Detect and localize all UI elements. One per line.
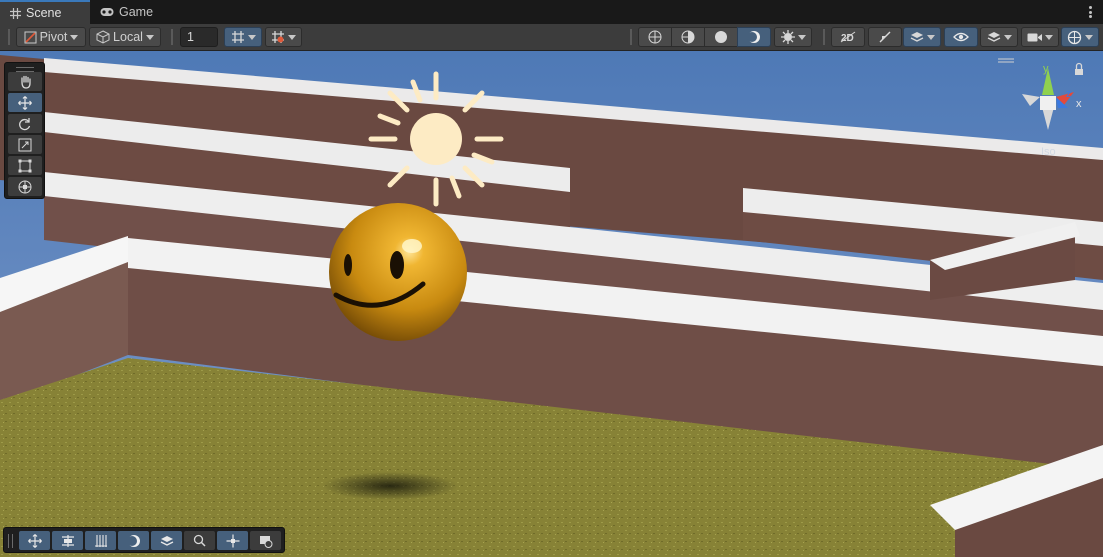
toolbar-grip: [8, 29, 10, 45]
transform-tool-icon: [18, 180, 32, 193]
align-icon: [61, 534, 74, 547]
hand-tool-icon: [20, 75, 31, 89]
scene-toolbar: Pivot Local 1 2D: [0, 24, 1103, 51]
chevron-down-icon: [1003, 34, 1012, 40]
transform-tool-button[interactable]: [8, 177, 42, 196]
scene-render: y z x Iso: [0, 51, 1103, 557]
shaded-wireframe-draw-mode-button[interactable]: [671, 27, 705, 47]
layers-overlay-button[interactable]: [151, 531, 182, 550]
rotate-tool-button[interactable]: [8, 114, 42, 133]
tools-overlay: [4, 62, 45, 199]
smiley-ball[interactable]: [329, 203, 467, 341]
lighting-icon: [126, 534, 140, 547]
camera-dropdown[interactable]: [1021, 27, 1059, 47]
search-overlay-button[interactable]: [184, 531, 215, 550]
lighting-icon: [747, 31, 760, 43]
lighting-draw-mode-button[interactable]: [737, 27, 771, 47]
gizmos-icon: [1067, 30, 1082, 44]
layers-dropdown[interactable]: [980, 27, 1018, 47]
shaded-wireframe-icon: [681, 30, 695, 44]
tab-game[interactable]: Game: [90, 0, 170, 24]
more-options-icon[interactable]: [1083, 4, 1097, 20]
align-overlay-button[interactable]: [52, 531, 83, 550]
component-tools-overlay: [3, 527, 285, 553]
directional-light-icon[interactable]: [368, 71, 504, 207]
toolbar-grip: [823, 29, 825, 45]
2d-toggle[interactable]: 2D: [831, 27, 865, 47]
local-dropdown[interactable]: Local: [89, 27, 161, 47]
gizmo-x-label: x: [1076, 98, 1082, 110]
camera-icon: [1027, 33, 1042, 41]
pivot-move-icon: [226, 534, 239, 547]
hand-tool-button[interactable]: [8, 72, 42, 91]
chevron-down-icon: [1045, 34, 1053, 40]
grid-snap-icon: [94, 534, 107, 547]
gizmo-z-label: z: [1066, 88, 1072, 100]
2d-icon: 2D: [840, 31, 856, 43]
scene-visibility-toggle[interactable]: [944, 27, 978, 47]
gizmo-layers-icon: [910, 32, 923, 42]
search-icon: [193, 534, 206, 547]
audio-toggle[interactable]: [868, 27, 902, 47]
shaded-icon: [715, 31, 727, 43]
toolbar-grip: [630, 29, 632, 45]
scale-tool-icon: [18, 138, 32, 151]
grid-size-field[interactable]: 1: [180, 27, 218, 47]
camera-preview-overlay-button[interactable]: [250, 531, 281, 550]
visibility-icon: [953, 32, 969, 42]
chevron-down-icon: [1085, 34, 1093, 40]
scale-tool-button[interactable]: [8, 135, 42, 154]
rect-tool-icon: [18, 159, 32, 172]
grid-snap-icon: [231, 31, 244, 43]
window-tab-bar: Scene Game: [0, 0, 1103, 24]
effects-dropdown[interactable]: [774, 27, 812, 47]
pivot-dropdown[interactable]: Pivot: [16, 27, 86, 47]
increment-snap-icon: [272, 31, 284, 43]
wireframe-sphere-icon: [648, 30, 662, 44]
gizmo-y-label: y: [1043, 63, 1049, 75]
chevron-down-icon: [70, 34, 79, 40]
gamepad-icon: [100, 8, 114, 16]
wireframe-draw-mode-button[interactable]: [638, 27, 672, 47]
tab-scene[interactable]: Scene: [0, 0, 90, 24]
projection-label: Iso: [1041, 146, 1056, 158]
effects-icon: [780, 30, 795, 44]
gizmos-dropdown[interactable]: [1061, 27, 1099, 47]
move-tool-button[interactable]: [8, 93, 42, 112]
lighting-overlay-button[interactable]: [118, 531, 149, 550]
tab-scene-label: Scene: [26, 6, 62, 20]
scene-viewport[interactable]: y z x Iso: [0, 51, 1103, 557]
rotate-tool-icon: [19, 117, 31, 130]
pivot-label: Pivot: [39, 30, 68, 44]
gizmo-layers-dropdown[interactable]: [903, 27, 941, 47]
camera-preview-icon: [259, 535, 272, 548]
overlay-handle[interactable]: [8, 534, 13, 548]
cube-icon: [96, 30, 110, 44]
chevron-down-icon: [247, 34, 256, 40]
chevron-down-icon: [288, 34, 296, 40]
chevron-down-icon: [926, 34, 935, 40]
toolbar-grip: [171, 29, 173, 45]
grid-snap-toggle[interactable]: [224, 27, 262, 47]
pivot-icon: [24, 31, 37, 43]
tab-game-label: Game: [119, 5, 154, 19]
pivot-move-overlay-button[interactable]: [217, 531, 248, 550]
grid-icon: [10, 7, 21, 19]
shaded-draw-mode-button[interactable]: [704, 27, 738, 47]
layers-icon: [160, 535, 173, 546]
rect-tool-button[interactable]: [8, 156, 42, 175]
chevron-down-icon: [797, 34, 806, 40]
move-tool-icon: [18, 95, 32, 110]
grid-snap-overlay-button[interactable]: [85, 531, 116, 550]
local-label: Local: [113, 30, 143, 44]
layers-icon: [987, 32, 1000, 42]
move-overlay-button[interactable]: [19, 531, 50, 550]
increment-snap-toggle[interactable]: [265, 27, 302, 47]
move-icon: [27, 533, 42, 548]
audio-mute-icon: [879, 31, 891, 43]
chevron-down-icon: [145, 34, 154, 40]
